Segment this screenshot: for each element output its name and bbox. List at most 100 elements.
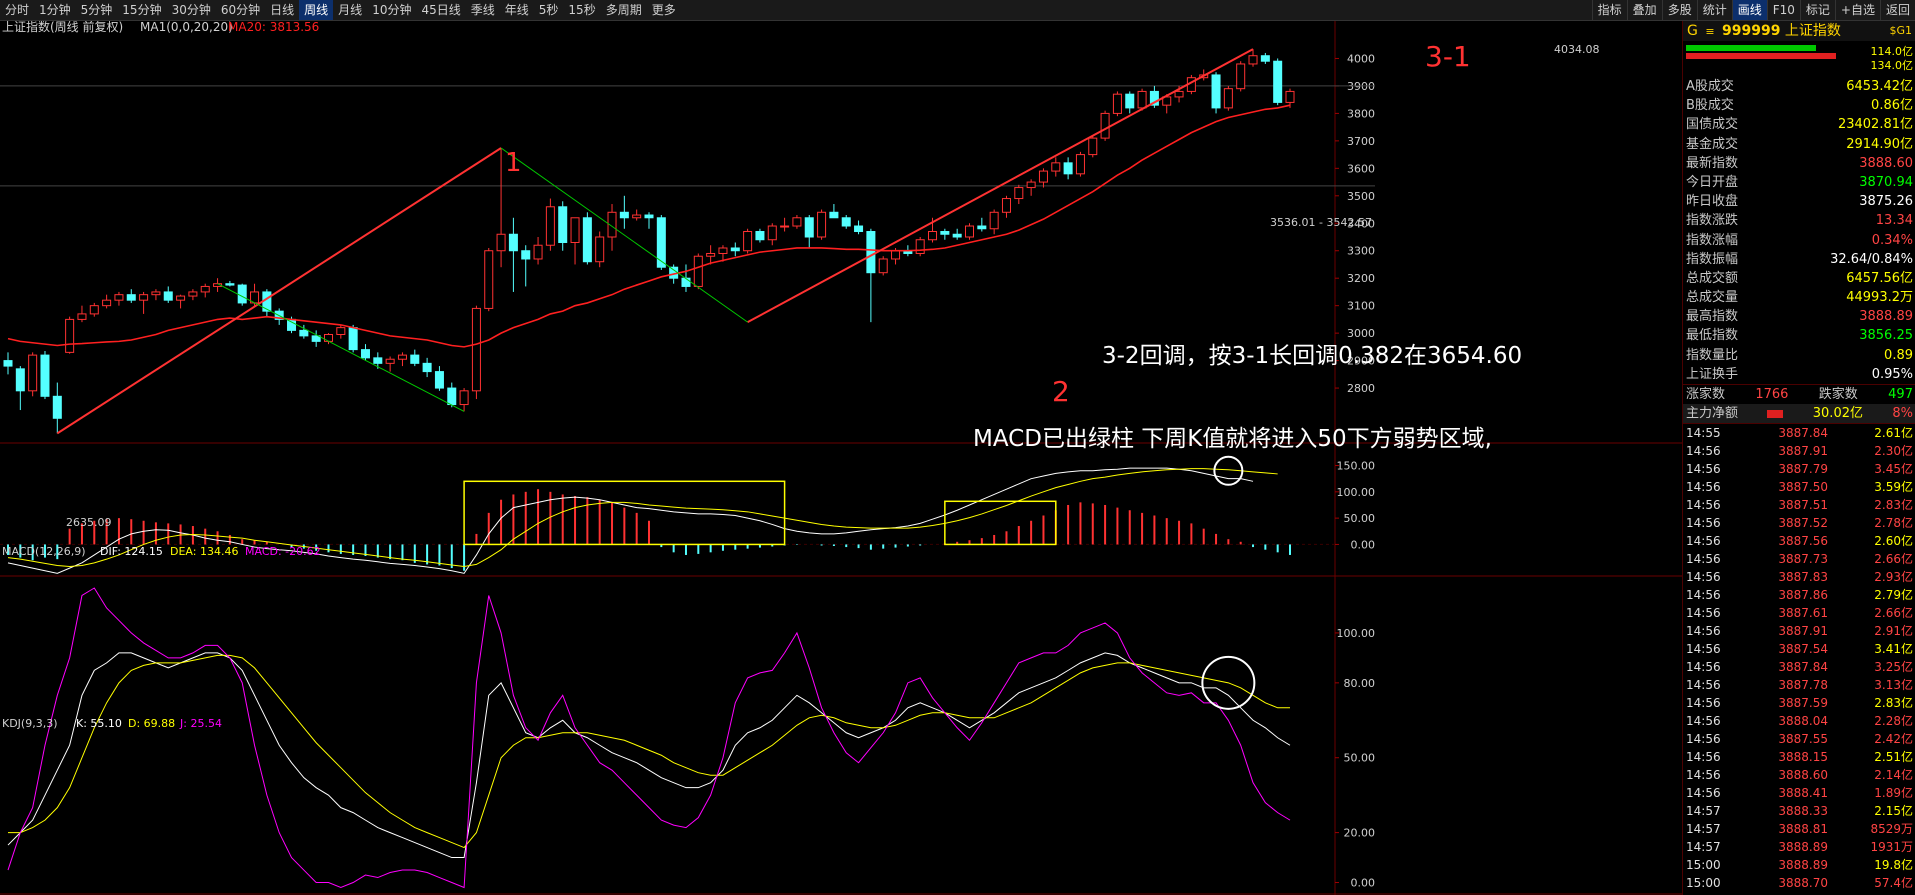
candle-body bbox=[718, 247, 728, 254]
candle-body bbox=[964, 225, 975, 238]
tick-amount: 2.79亿 bbox=[1874, 588, 1913, 603]
candle-body bbox=[767, 225, 777, 241]
period-tab-1[interactable]: 1分钟 bbox=[34, 0, 76, 20]
stat-label: 最新指数 bbox=[1686, 155, 1739, 171]
stat-row: 总成交量 44993.2万 bbox=[1683, 288, 1915, 307]
tick-row: 15:00 3888.89 19.8亿 bbox=[1683, 856, 1915, 874]
trend-line-green bbox=[500, 147, 748, 323]
candle-body bbox=[1174, 90, 1184, 98]
candle-body bbox=[336, 327, 346, 336]
tick-price: 3887.59 bbox=[1778, 696, 1828, 711]
candle-body bbox=[1137, 90, 1147, 109]
wave-label-2: 2 bbox=[1052, 375, 1070, 408]
tick-amount: 2.78亿 bbox=[1874, 516, 1913, 531]
period-tab-2[interactable]: 5分钟 bbox=[76, 0, 118, 20]
tool-button-0[interactable]: 指标 bbox=[1591, 0, 1627, 20]
tick-price: 3887.73 bbox=[1778, 552, 1828, 567]
period-tab-13[interactable]: 5秒 bbox=[534, 0, 564, 20]
stat-label: 总成交额 bbox=[1686, 270, 1739, 286]
stat-label: 指数涨幅 bbox=[1686, 232, 1739, 248]
candle-body bbox=[459, 390, 469, 406]
tick-row: 14:57 3888.89 1931万 bbox=[1683, 838, 1915, 856]
tick-time: 14:56 bbox=[1686, 624, 1721, 639]
tick-row: 14:56 3887.84 3.25亿 bbox=[1683, 658, 1915, 676]
candle-body bbox=[989, 211, 999, 230]
tool-button-8[interactable]: 返回 bbox=[1879, 0, 1915, 20]
note-line-1: 3-2回调，按3-1长回调0.382在3654.60 bbox=[1102, 343, 1522, 369]
candle-body bbox=[3, 360, 13, 367]
period-tab-0[interactable]: 分时 bbox=[0, 0, 34, 20]
rise-value: 1766 bbox=[1755, 387, 1789, 402]
tick-time: 14:56 bbox=[1686, 768, 1721, 783]
y-tick-label: 3700 bbox=[1347, 135, 1375, 148]
period-tab-3[interactable]: 15分钟 bbox=[117, 0, 166, 20]
y-tick-label: 80.00 bbox=[1344, 677, 1376, 690]
candle-body bbox=[471, 307, 481, 392]
tick-price: 3888.15 bbox=[1778, 750, 1828, 765]
candle-body bbox=[854, 225, 864, 233]
y-tick-label: 3500 bbox=[1347, 190, 1375, 203]
period-tab-10[interactable]: 45日线 bbox=[416, 0, 465, 20]
candle-body bbox=[521, 250, 531, 260]
period-tab-14[interactable]: 15秒 bbox=[563, 0, 600, 20]
candle-body bbox=[1100, 112, 1110, 139]
period-tab-15[interactable]: 多周期 bbox=[601, 0, 647, 20]
tick-row: 14:56 3887.83 2.93亿 bbox=[1683, 568, 1915, 586]
candle-body bbox=[595, 236, 605, 263]
tool-button-1[interactable]: 叠加 bbox=[1626, 0, 1662, 20]
kdj-name: KDJ(9,3,3) bbox=[2, 717, 58, 730]
candle-body bbox=[829, 211, 839, 219]
tool-button-2[interactable]: 多股 bbox=[1661, 0, 1697, 20]
tool-menu: 指标 叠加 多股 统计 画线 F10 标记 +自选 返回 bbox=[1591, 0, 1915, 20]
candle-body bbox=[28, 354, 38, 392]
period-tab-5[interactable]: 60分钟 bbox=[216, 0, 265, 20]
period-tab-16[interactable]: 更多 bbox=[647, 0, 681, 20]
tick-time: 14:57 bbox=[1686, 804, 1721, 819]
period-tab-8[interactable]: 月线 bbox=[333, 0, 367, 20]
tool-button-7[interactable]: +自选 bbox=[1834, 0, 1880, 20]
y-tick-label: 100.00 bbox=[1337, 486, 1376, 499]
stat-label: 国债成交 bbox=[1686, 117, 1739, 133]
tool-button-4[interactable]: 画线 bbox=[1731, 0, 1767, 20]
candle-body bbox=[373, 357, 383, 364]
tick-price: 3888.41 bbox=[1778, 786, 1828, 801]
macd-value: MACD: -20.62 bbox=[245, 545, 321, 558]
sell-volume-bar bbox=[1686, 53, 1836, 59]
stock-name: 上证指数 bbox=[1784, 23, 1841, 39]
candle-body bbox=[1038, 170, 1048, 183]
period-tab-7[interactable]: 周线 bbox=[299, 0, 334, 20]
y-tick-label: 50.00 bbox=[1344, 512, 1376, 525]
tick-price: 3887.54 bbox=[1778, 642, 1828, 657]
candle-body bbox=[323, 334, 334, 342]
period-tab-11[interactable]: 季线 bbox=[466, 0, 500, 20]
candle-body bbox=[348, 327, 358, 351]
candle-body bbox=[619, 211, 629, 219]
macd-dif: DIF: 124.15 bbox=[100, 545, 163, 558]
tick-amount: 2.61亿 bbox=[1874, 426, 1913, 441]
tick-list: 14:55 3887.84 2.61亿 14:56 3887.91 2.30亿 14:56 3… bbox=[1683, 423, 1915, 892]
trend-line-green bbox=[217, 283, 465, 412]
stat-label: 总成交量 bbox=[1686, 290, 1739, 306]
flow-bar bbox=[1767, 410, 1784, 419]
period-tab-12[interactable]: 年线 bbox=[500, 0, 534, 20]
tool-button-5[interactable]: F10 bbox=[1766, 0, 1800, 20]
stat-value: 44993.2万 bbox=[1846, 290, 1913, 306]
tool-button-3[interactable]: 统计 bbox=[1696, 0, 1732, 20]
tool-button-6[interactable]: 标记 bbox=[1799, 0, 1835, 20]
fall-value: 497 bbox=[1888, 387, 1913, 402]
tick-row: 14:56 3887.59 2.83亿 bbox=[1683, 694, 1915, 712]
k-line bbox=[7, 652, 1291, 859]
tick-amount: 1931万 bbox=[1870, 840, 1913, 855]
period-tab-6[interactable]: 日线 bbox=[265, 0, 299, 20]
period-tab-4[interactable]: 30分钟 bbox=[167, 0, 216, 20]
ma20-label: MA20: 3813.56 bbox=[228, 21, 319, 34]
stat-value: 32.64/0.84% bbox=[1830, 251, 1913, 267]
tick-time: 14:56 bbox=[1686, 534, 1721, 549]
tick-time: 14:56 bbox=[1686, 642, 1721, 657]
menu-icon[interactable]: ≡ bbox=[1705, 25, 1714, 38]
period-tab-9[interactable]: 10分钟 bbox=[367, 0, 416, 20]
tick-price: 3887.51 bbox=[1778, 498, 1828, 513]
buy-volume-bar bbox=[1686, 45, 1816, 51]
candle-body bbox=[866, 231, 876, 274]
stat-row: 指数振幅 32.64/0.84% bbox=[1683, 250, 1915, 269]
